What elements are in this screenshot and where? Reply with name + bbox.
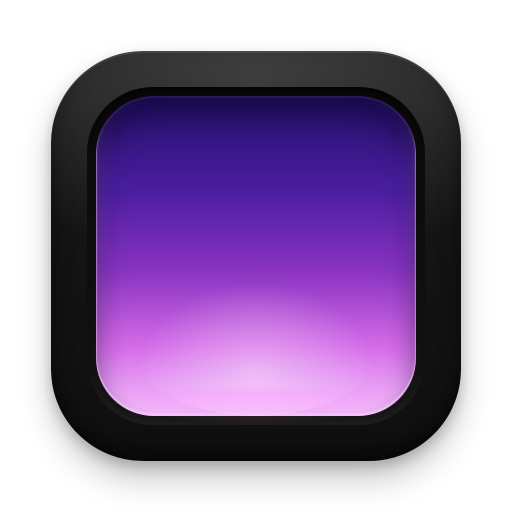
app-icon-stage — [0, 0, 512, 512]
screen-highlight — [134, 281, 378, 416]
app-icon-screen — [96, 96, 416, 416]
screen-edge-glow — [96, 96, 416, 416]
